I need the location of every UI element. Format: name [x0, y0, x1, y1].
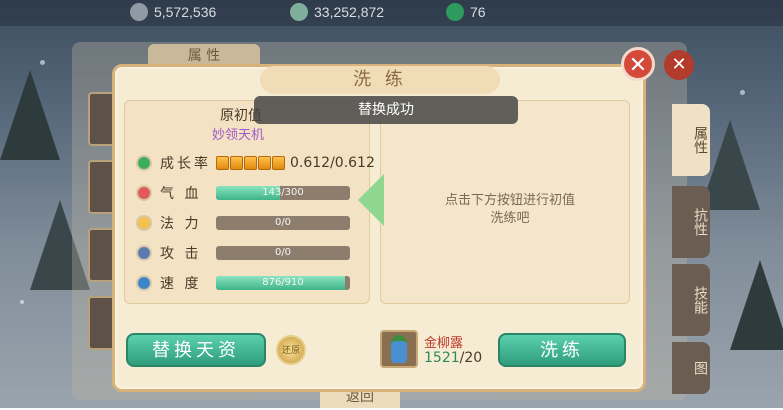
stat-attack: 攻 击 0/0	[136, 243, 350, 263]
dialog-title: 洗 练	[260, 66, 500, 94]
attack-label: 攻 击	[160, 246, 202, 262]
heart-icon	[136, 185, 152, 201]
stat-hp: 气 血 143/300	[136, 183, 350, 203]
speed-label: 速 度	[160, 276, 202, 292]
resource-bar: 5,572,536 33,252,872 76	[0, 0, 783, 26]
tab-attributes[interactable]: 属性	[672, 104, 710, 176]
replace-aptitude-button[interactable]: 替换天资	[126, 333, 266, 367]
snowflake	[740, 90, 745, 95]
growth-segment	[258, 156, 271, 170]
material-name: 金柳露	[424, 336, 464, 351]
success-toast: 替换成功	[254, 96, 518, 124]
growth-segment	[216, 156, 229, 170]
snowflake	[20, 300, 24, 304]
speed-value: 876/910	[262, 277, 304, 288]
mp-value: 0/0	[274, 217, 292, 228]
mp-bar: 0/0	[216, 216, 350, 230]
material-required: /20	[459, 350, 483, 366]
attack-bar: 0/0	[216, 246, 350, 260]
wash-hint: 点击下方按钮进行初值洗练吧	[444, 193, 575, 226]
silver-resource: 5,572,536	[130, 3, 216, 21]
material-item[interactable]	[380, 330, 418, 368]
mana-icon	[136, 215, 152, 231]
jade-resource: 76	[446, 3, 486, 21]
growth-segment	[230, 156, 243, 170]
hp-bar: 143/300	[216, 186, 350, 200]
tab-resistance[interactable]: 抗性	[672, 186, 710, 258]
pet-name: 妙领天机	[212, 128, 265, 143]
speed-bar: 876/910	[216, 276, 350, 290]
jade-icon	[446, 3, 464, 21]
leaf-icon	[136, 155, 152, 171]
wash-button[interactable]: 洗练	[498, 333, 626, 367]
hp-label: 气 血	[160, 186, 202, 202]
mp-label: 法 力	[160, 216, 202, 232]
background-close-icon[interactable]: ✕	[664, 50, 694, 80]
attack-value: 0/0	[274, 247, 292, 258]
material-owned: 1521	[424, 350, 460, 366]
gold-ingot-icon	[290, 3, 308, 21]
watermark-logo	[596, 366, 783, 410]
silver-coin-icon	[130, 3, 148, 21]
gold-amount: 33,252,872	[314, 4, 385, 20]
stat-speed: 速 度 876/910	[136, 273, 350, 293]
jade-amount: 76	[470, 4, 486, 20]
sword-icon	[136, 245, 152, 261]
snowy-tree	[730, 260, 783, 350]
material-count: 1521/20	[424, 350, 482, 366]
snowy-tree	[0, 70, 60, 160]
silver-amount: 5,572,536	[154, 4, 217, 20]
vase-icon	[391, 335, 407, 363]
growth-segments	[216, 156, 286, 170]
growth-value: 0.612/0.612	[290, 155, 375, 171]
growth-segment	[244, 156, 257, 170]
tab-skills[interactable]: 技能	[672, 264, 710, 336]
left-arrow-icon	[358, 174, 384, 226]
growth-segment	[272, 156, 285, 170]
growth-label: 成长率	[160, 156, 211, 172]
stat-mp: 法 力 0/0	[136, 213, 350, 233]
speed-icon	[136, 275, 152, 291]
stat-growth: 成长率 0.612/0.612	[136, 153, 375, 173]
gold-resource: 33,252,872	[290, 3, 384, 21]
snowflake	[40, 60, 45, 65]
hp-value: 143/300	[262, 187, 304, 198]
reset-icon[interactable]: 还原	[276, 335, 306, 365]
close-icon[interactable]: ✕	[621, 47, 655, 81]
